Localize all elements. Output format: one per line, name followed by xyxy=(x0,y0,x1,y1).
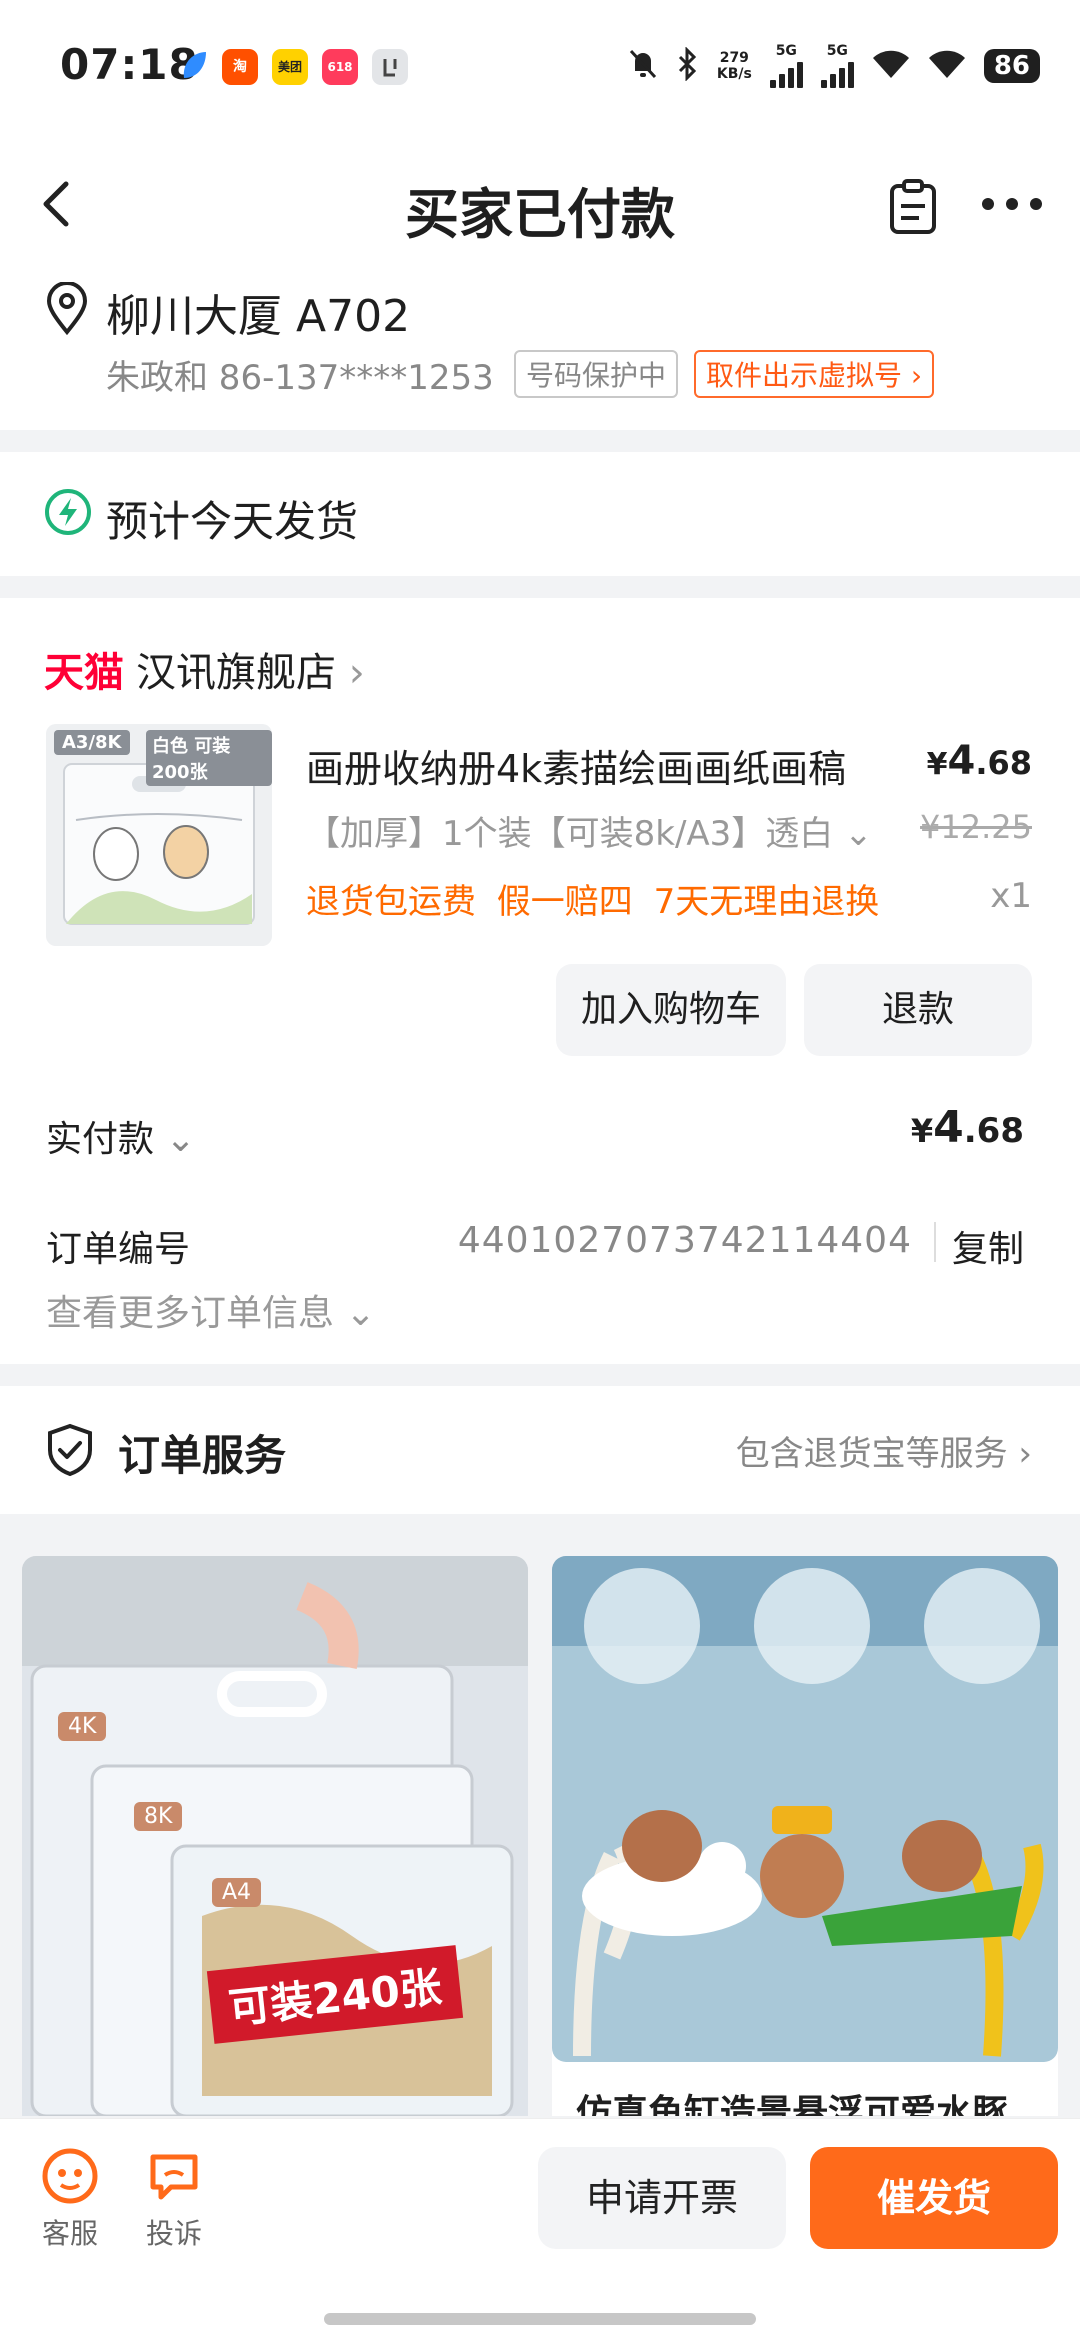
recommendation-card[interactable]: 4K 8K A4 可装240张 xyxy=(22,1556,528,2116)
taobao-icon: 淘 xyxy=(222,49,258,85)
address-card[interactable]: 柳川大厦 A702 朱政和 86-137****1253 号码保护中 取件出示虚… xyxy=(0,270,1080,430)
order-service-title: 订单服务 xyxy=(118,1422,286,1483)
store-link[interactable]: 汉讯旗舰店 › xyxy=(136,640,365,698)
meituan-icon: 美团 xyxy=(272,49,308,85)
net-speed: 279 KB/s xyxy=(717,50,752,82)
store-name: 汉讯旗舰店 xyxy=(136,650,336,696)
more-dots-icon xyxy=(980,196,1044,212)
complaint-icon xyxy=(145,2147,203,2205)
page-header: 买家已付款 xyxy=(0,140,1080,270)
gray-app-icon xyxy=(372,49,408,85)
paid-amount-toggle[interactable]: 实付款 ⌄ xyxy=(46,1110,196,1162)
app-618-icon: 618 xyxy=(322,49,358,85)
bottom-action-bar: 客服 投诉 申请开票 催发货 xyxy=(0,2118,1080,2345)
status-right: 279 KB/s 5G 5G 86 xyxy=(627,44,1040,88)
tmall-logo: 天猫 xyxy=(44,640,124,698)
service-tags: 退货包运费 假一赔四 7天无理由退换 xyxy=(306,874,879,923)
status-time: 07:18 xyxy=(60,40,199,89)
chevron-down-icon: ⌄ xyxy=(844,814,873,854)
divider xyxy=(934,1222,936,1262)
customer-service-button[interactable]: 客服 xyxy=(34,2147,106,2252)
address-line: 柳川大厦 A702 xyxy=(106,280,410,344)
number-protected-tag: 号码保护中 xyxy=(514,350,678,398)
bluetooth-icon xyxy=(677,47,699,86)
order-service-detail: 包含退货宝等服务 › xyxy=(736,1426,1032,1475)
order-number-label: 订单编号 xyxy=(46,1220,190,1272)
order-service-card[interactable]: 订单服务 包含退货宝等服务 › xyxy=(0,1386,1080,1514)
virtual-number-link[interactable]: 取件出示虚拟号 › xyxy=(694,350,934,398)
home-indicator[interactable] xyxy=(324,2313,756,2325)
product-thumbnail[interactable]: A3/8K 白色 可装200张 xyxy=(46,724,272,946)
shipping-estimate: 预计今天发货 xyxy=(106,488,358,549)
more-order-info-toggle[interactable]: 查看更多订单信息 ⌄ xyxy=(46,1284,376,1336)
product-quantity: x1 xyxy=(990,876,1032,916)
recommendation-title: 仿真鱼缸造景悬浮可爱水豚 xyxy=(576,2084,1008,2116)
paid-amount: ¥4.68 xyxy=(911,1102,1024,1153)
chevron-down-icon: ⌄ xyxy=(345,1293,375,1334)
lightning-icon xyxy=(44,488,92,540)
wifi-icon xyxy=(872,48,910,85)
chevron-right-icon: › xyxy=(911,359,922,392)
recommendation-image xyxy=(552,1556,1058,2062)
thumb-size-label: A3/8K xyxy=(54,730,130,755)
product-name[interactable]: 画册收纳册4k素描绘画画纸画稿 xyxy=(306,738,846,793)
order-number: 4401027073742114404 xyxy=(458,1220,912,1261)
urge-shipment-button[interactable]: 催发货 xyxy=(810,2147,1058,2249)
size-badge-8k: 8K xyxy=(134,1802,182,1831)
chevron-right-icon: › xyxy=(349,650,365,696)
apply-invoice-button[interactable]: 申请开票 xyxy=(538,2147,786,2249)
size-badge-4k: 4K xyxy=(58,1712,106,1741)
signal-sim1-icon: 5G xyxy=(770,44,803,88)
battery-indicator: 86 xyxy=(984,49,1040,83)
customer-service-label: 客服 xyxy=(34,2212,106,2252)
product-sku[interactable]: 【加厚】1个装【可装8k/A3】透白 ⌄ xyxy=(306,806,873,855)
customer-service-icon xyxy=(41,2147,99,2205)
status-app-icons: 淘 美团 618 xyxy=(180,48,408,86)
copy-button[interactable]: 复制 xyxy=(952,1220,1024,1272)
order-notes-button[interactable] xyxy=(884,178,942,236)
add-to-cart-button[interactable]: 加入购物车 xyxy=(556,964,786,1056)
signal-sim2-icon: 5G xyxy=(821,44,854,88)
mute-icon xyxy=(627,47,659,86)
complaint-label: 投诉 xyxy=(138,2212,210,2252)
size-badge-a4: A4 xyxy=(212,1878,261,1907)
recommendation-card[interactable]: 仿真鱼缸造景悬浮可爱水豚 xyxy=(552,1556,1058,2116)
complaint-button[interactable]: 投诉 xyxy=(138,2147,210,2252)
clipboard-icon xyxy=(884,178,942,236)
refund-button[interactable]: 退款 xyxy=(804,964,1032,1056)
original-price: ¥12.25 xyxy=(920,808,1032,846)
wifi2-icon xyxy=(928,48,966,85)
more-button[interactable] xyxy=(980,196,1044,216)
chevron-right-icon: › xyxy=(1018,1434,1032,1474)
status-bar: 07:18 淘 美团 618 279 KB/s 5G 5G xyxy=(0,0,1080,140)
shipping-estimate-card: 预计今天发货 xyxy=(0,452,1080,576)
order-card: 天猫 汉讯旗舰店 › A3/8K 白色 可装200张 画册收纳册4k素描绘画画纸… xyxy=(0,598,1080,1364)
shield-check-icon xyxy=(44,1422,96,1482)
location-pin-icon xyxy=(44,282,90,340)
contact-info: 朱政和 86-137****1253 xyxy=(106,350,494,399)
virtual-number-label: 取件出示虚拟号 xyxy=(706,359,902,392)
product-price: ¥4.68 xyxy=(927,738,1032,784)
thumb-color-label: 白色 可装200张 xyxy=(146,730,272,786)
chevron-down-icon: ⌄ xyxy=(165,1119,195,1160)
leaf-icon xyxy=(180,48,208,86)
